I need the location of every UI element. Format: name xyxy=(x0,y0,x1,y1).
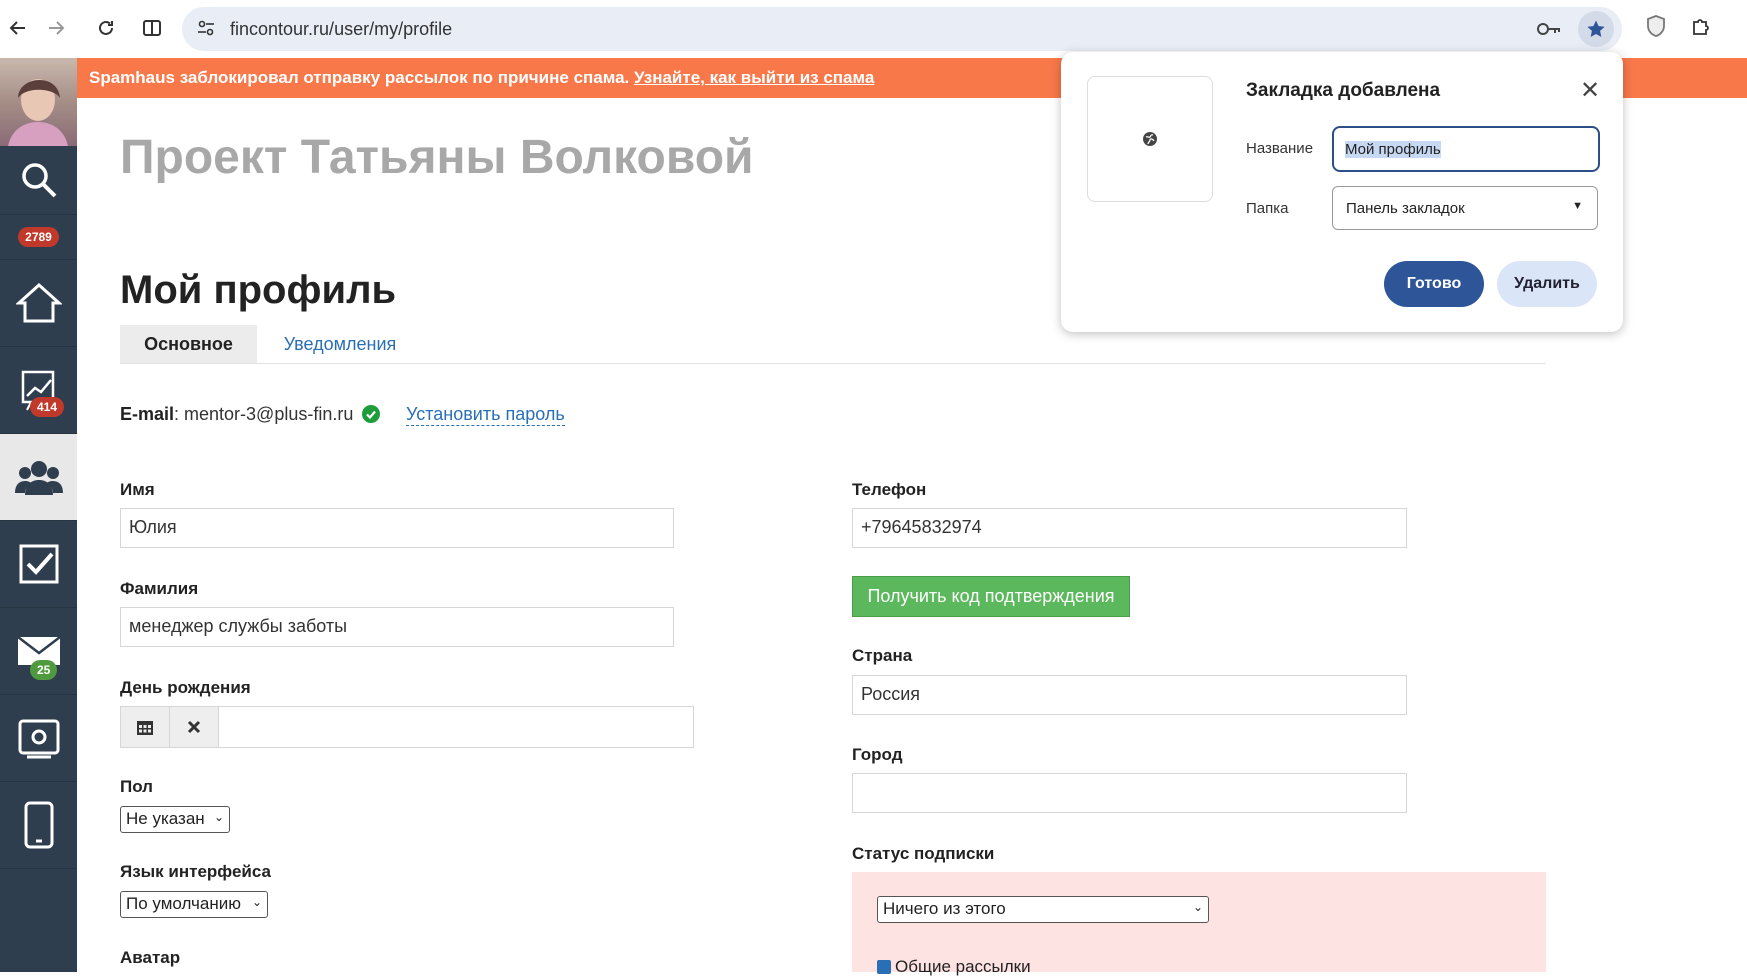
done-button[interactable]: Готово xyxy=(1384,261,1484,307)
subscription-label: Статус подписки xyxy=(852,844,995,863)
password-key-icon[interactable] xyxy=(1536,19,1562,44)
language-select[interactable]: По умолчанию ⌄ xyxy=(120,891,268,918)
general-mailings-checkbox[interactable]: Общие рассылки xyxy=(877,957,1031,977)
verified-check-icon xyxy=(362,405,381,423)
name-label: Название xyxy=(1246,140,1314,157)
gender-value: Не указан xyxy=(126,809,205,828)
banner-link[interactable]: Узнайте, как выйти из спама xyxy=(634,68,874,87)
users-group-icon xyxy=(14,461,63,495)
back-arrow-icon xyxy=(9,21,25,35)
chevron-down-icon: ⌄ xyxy=(213,810,224,824)
project-title: Проект Татьяны Волковой xyxy=(120,131,754,184)
email-row: E-mail: mentor-3@plus-fin.ru xyxy=(120,404,381,425)
bookmark-folder-value: Панель закладок xyxy=(1346,200,1465,217)
city-input[interactable] xyxy=(852,773,1407,813)
search-icon xyxy=(21,163,56,198)
forward-arrow-icon xyxy=(49,21,65,35)
delete-button[interactable]: Удалить xyxy=(1497,261,1597,307)
subscription-value: Ничего из этого xyxy=(883,899,1006,918)
extensions-puzzle-icon[interactable] xyxy=(1690,14,1714,43)
bookmark-name-value: Мой профиль xyxy=(1345,141,1441,158)
calendar-icon xyxy=(137,721,153,735)
clear-date-button[interactable] xyxy=(170,707,219,747)
sidebar-search[interactable] xyxy=(0,146,77,215)
address-bar[interactable]: fincontour.ru/user/my/profile xyxy=(182,7,1622,51)
set-password-link[interactable]: Установить пароль xyxy=(406,404,565,426)
tab-main[interactable]: Основное xyxy=(120,325,257,363)
url-text: fincontour.ru/user/my/profile xyxy=(230,19,453,39)
language-label: Язык интерфейса xyxy=(120,862,271,881)
left-sidebar: 2789 414 25 xyxy=(0,58,77,972)
email-label: E-mail xyxy=(120,404,175,424)
tab-notifications[interactable]: Уведомления xyxy=(270,325,410,363)
reload-icon xyxy=(99,20,113,35)
globe-icon xyxy=(1143,132,1157,146)
get-code-button[interactable]: Получить код подтверждения xyxy=(852,576,1130,617)
last-name-label: Фамилия xyxy=(120,579,199,598)
language-value: По умолчанию xyxy=(126,894,241,913)
close-x-icon xyxy=(187,720,201,734)
page-title: Мой профиль xyxy=(120,268,397,312)
browser-toolbar: fincontour.ru/user/my/profile xyxy=(0,0,1747,58)
sidebar-tasks[interactable] xyxy=(0,521,77,608)
folder-label: Папка xyxy=(1246,200,1289,217)
bookmark-added-dialog: Закладка добавлена ✕ Название Мой профил… xyxy=(1061,52,1623,332)
bookmark-star-icon[interactable] xyxy=(1578,11,1614,47)
city-label: Город xyxy=(852,745,903,764)
mobile-phone-icon xyxy=(24,801,53,849)
checkbox-tasks-icon xyxy=(19,544,58,584)
first-name-input[interactable]: Юлия xyxy=(120,508,674,548)
caret-down-icon: ▼ xyxy=(1572,200,1583,212)
chevron-down-icon: ⌄ xyxy=(1192,900,1203,914)
birthday-label: День рождения xyxy=(120,678,251,697)
sidebar-clients[interactable] xyxy=(0,434,77,521)
site-info-icon[interactable] xyxy=(196,18,216,43)
home-icon xyxy=(15,282,62,323)
split-view-icon xyxy=(143,20,161,36)
sidebar-home[interactable] xyxy=(0,260,77,347)
dialog-title: Закладка добавлена xyxy=(1246,80,1441,101)
sidebar-analytics[interactable]: 414 xyxy=(0,347,77,434)
calendar-button[interactable] xyxy=(121,707,170,747)
avatar-label: Аватар xyxy=(120,948,181,967)
last-name-input[interactable]: менеджер службы заботы xyxy=(120,607,674,647)
email-value: : mentor-3@plus-fin.ru xyxy=(174,404,354,424)
phone-input[interactable]: +79645832974 xyxy=(852,508,1407,548)
analytics-badge: 414 xyxy=(30,397,65,417)
country-input[interactable]: Россия xyxy=(852,675,1407,715)
gender-label: Пол xyxy=(120,777,153,796)
sidebar-notifications[interactable]: 2789 xyxy=(0,215,77,260)
general-mailings-label: Общие рассылки xyxy=(895,957,1031,976)
shield-extension-icon[interactable] xyxy=(1646,14,1666,43)
first-name-label: Имя xyxy=(120,480,155,499)
gender-select[interactable]: Не указан ⌄ xyxy=(120,806,230,833)
banner-text: Spamhaus заблокировал отправку рассылок … xyxy=(89,68,635,87)
user-avatar[interactable] xyxy=(0,58,77,146)
mail-badge: 25 xyxy=(30,660,58,680)
sidebar-mail[interactable]: 25 xyxy=(0,608,77,695)
close-icon[interactable]: ✕ xyxy=(1580,76,1600,105)
bookmark-name-input[interactable]: Мой профиль xyxy=(1332,126,1600,172)
country-label: Страна xyxy=(852,646,913,665)
bookmark-thumbnail xyxy=(1087,76,1213,202)
settings-screen-icon xyxy=(18,719,59,759)
notifications-badge: 2789 xyxy=(18,227,59,247)
sidebar-settings[interactable] xyxy=(0,695,77,782)
sidebar-mobile[interactable] xyxy=(0,782,77,869)
subscription-select[interactable]: Ничего из этого ⌄ xyxy=(877,896,1209,923)
back-button[interactable] xyxy=(0,10,36,46)
phone-label: Телефон xyxy=(852,480,927,499)
forward-button[interactable] xyxy=(38,10,74,46)
split-view-button[interactable] xyxy=(134,10,170,46)
bookmark-folder-select[interactable]: Панель закладок ▼ xyxy=(1332,186,1598,230)
reload-button[interactable] xyxy=(88,10,124,46)
birthday-field[interactable] xyxy=(120,706,694,748)
chevron-down-icon: ⌄ xyxy=(251,895,262,909)
